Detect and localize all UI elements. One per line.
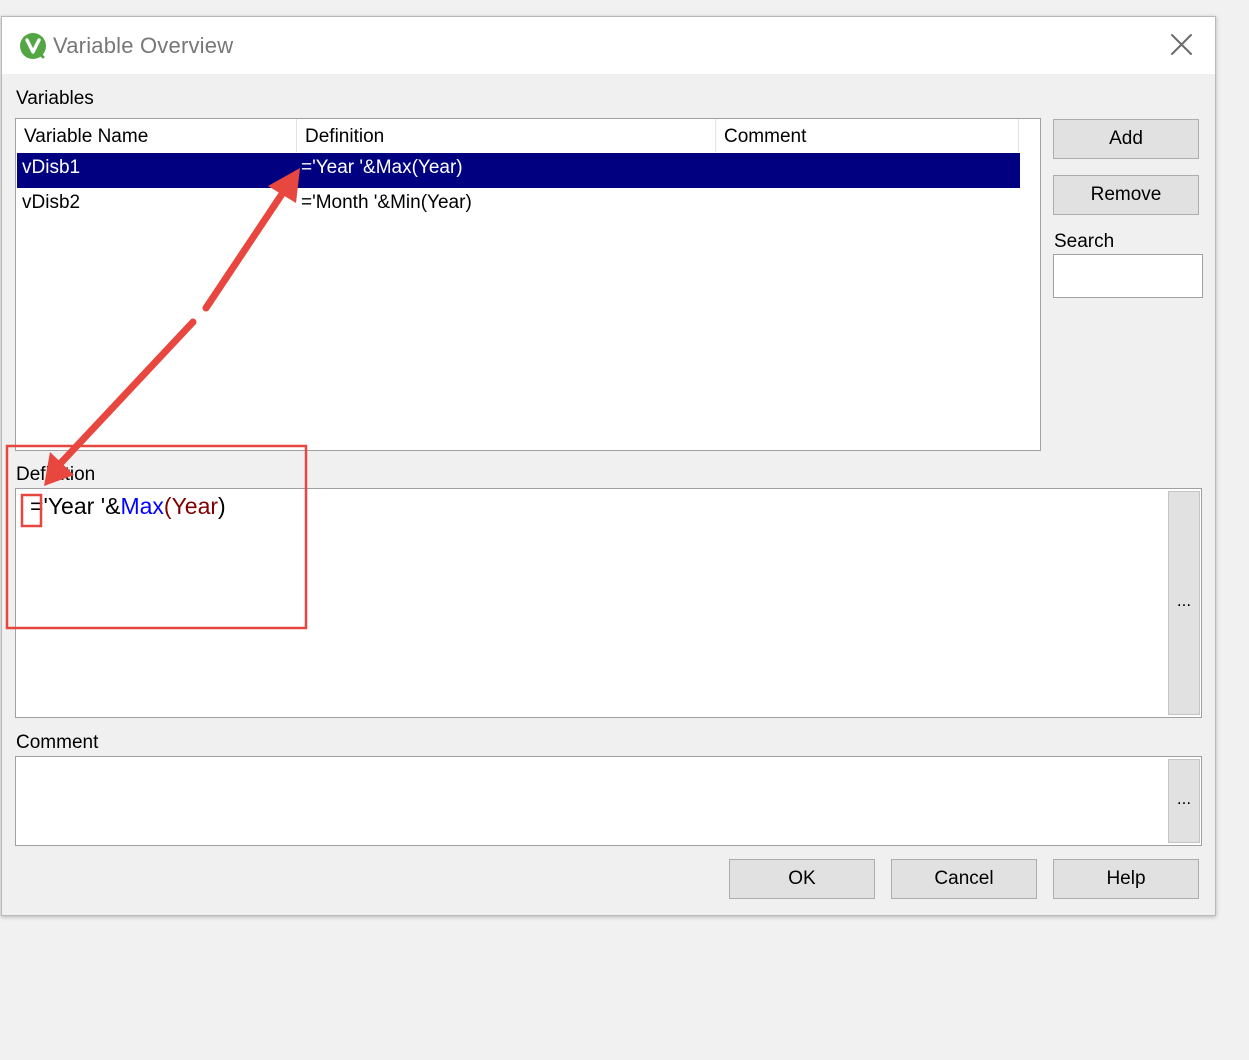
table-row[interactable]: vDisb2 ='Month '&Min(Year) — [17, 188, 1020, 223]
cancel-button[interactable]: Cancel — [891, 859, 1037, 899]
variable-name-cell: vDisb1 — [22, 157, 81, 178]
variable-overview-dialog: Variable Overview Variables Variable Nam… — [1, 16, 1216, 916]
column-header-definition[interactable]: Definition — [297, 119, 716, 152]
expr-string: 'Year ' — [43, 493, 106, 519]
definition-cell: ='Year '&Max(Year) — [301, 157, 463, 178]
expr-paren-close: ) — [218, 493, 226, 519]
expr-operator: = — [30, 493, 44, 519]
table-row[interactable]: vDisb1 ='Year '&Max(Year) — [17, 153, 1020, 188]
help-button[interactable]: Help — [1053, 859, 1199, 899]
expr-paren-open: ( — [163, 493, 172, 519]
variables-label: Variables — [16, 88, 94, 109]
expr-function: Max — [120, 493, 164, 519]
search-label: Search — [1054, 231, 1115, 252]
title-bar: Variable Overview — [2, 17, 1215, 74]
definition-editor[interactable]: ='Year '&Max(Year) ... — [15, 488, 1202, 718]
definition-expression: ='Year '&Max(Year) — [30, 493, 226, 520]
window-title: Variable Overview — [53, 33, 234, 58]
qlikview-logo-icon — [20, 33, 46, 59]
table-header: Variable Name Definition Comment — [16, 119, 1019, 152]
expr-concat: & — [105, 493, 121, 519]
comment-label: Comment — [16, 732, 99, 753]
definition-label: Definition — [16, 464, 96, 485]
column-header-variable-name[interactable]: Variable Name — [16, 119, 297, 152]
add-button[interactable]: Add — [1053, 119, 1199, 159]
remove-button[interactable]: Remove — [1053, 175, 1199, 215]
variables-table[interactable]: Variable Name Definition Comment vDisb1 … — [15, 118, 1041, 451]
column-header-comment[interactable]: Comment — [716, 119, 1019, 152]
definition-expand-button[interactable]: ... — [1168, 491, 1200, 715]
expr-field: Year — [171, 493, 219, 519]
ok-button[interactable]: OK — [729, 859, 875, 899]
definition-cell: ='Month '&Min(Year) — [301, 192, 472, 213]
close-icon[interactable] — [1165, 29, 1197, 61]
comment-editor[interactable]: ... — [15, 756, 1202, 846]
variable-name-cell: vDisb2 — [22, 192, 81, 213]
comment-expand-button[interactable]: ... — [1168, 759, 1200, 843]
search-input[interactable] — [1053, 254, 1203, 298]
